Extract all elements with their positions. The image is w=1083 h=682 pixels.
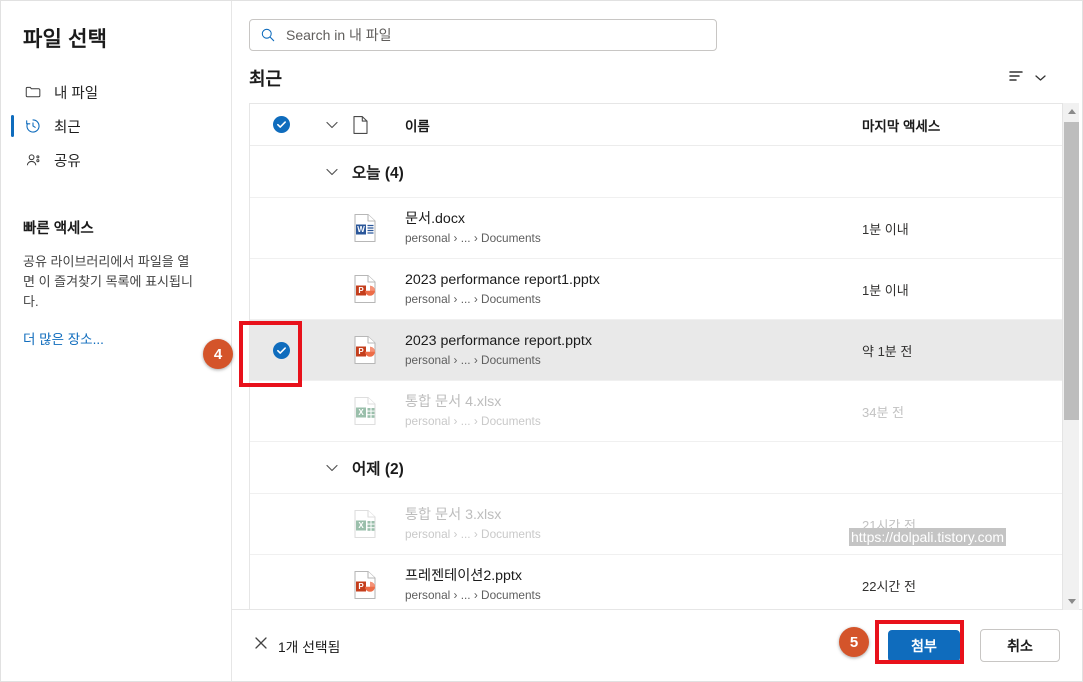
word-file-icon: W (352, 213, 405, 243)
scroll-down-arrow-icon[interactable] (1063, 593, 1080, 610)
file-name: 문서.docx (405, 211, 862, 229)
quick-access-description: 공유 라이브러리에서 파일을 열면 이 즐겨찾기 목록에 표시됩니다. (1, 238, 231, 312)
powerpoint-file-icon: P (352, 570, 405, 600)
excel-file-icon: X (352, 509, 405, 539)
sidebar-item-label: 최근 (54, 116, 81, 137)
svg-text:P: P (358, 286, 364, 295)
scrollbar-thumb[interactable] (1064, 122, 1079, 420)
search-input[interactable] (286, 27, 706, 43)
header-filetype-column[interactable] (352, 115, 405, 135)
file-path: personal › ... › Documents (405, 231, 862, 245)
attach-button[interactable]: 첨부 (888, 630, 960, 662)
header-expand-toggle[interactable] (312, 121, 352, 129)
group-header-row[interactable]: 오늘 (4) (250, 146, 1062, 198)
search-bar-container (232, 1, 1082, 51)
file-name: 2023 performance report.pptx (405, 333, 862, 351)
file-path: personal › ... › Documents (405, 353, 862, 367)
excel-file-icon: X (352, 396, 405, 426)
file-picker-dialog: 파일 선택 내 파일 최근 (0, 0, 1083, 682)
powerpoint-file-icon: P (352, 274, 405, 304)
step-badge-4: 4 (203, 339, 233, 369)
sort-control[interactable] (1008, 69, 1046, 88)
file-name: 2023 performance report1.pptx (405, 272, 862, 290)
file-name: 통합 문서 3.xlsx (405, 507, 862, 525)
powerpoint-file-icon: P (352, 335, 405, 365)
group-label: 오늘 (4) (352, 161, 404, 183)
scroll-up-arrow-icon[interactable] (1063, 103, 1080, 120)
file-accessed: 1분 이내 (862, 280, 1062, 299)
table-row[interactable]: X 통합 문서 4.xlsx personal › ... › Document… (250, 381, 1062, 442)
file-name: 통합 문서 4.xlsx (405, 394, 862, 412)
people-shared-icon (23, 150, 43, 170)
vertical-scrollbar[interactable] (1062, 103, 1079, 610)
cancel-button[interactable]: 취소 (980, 629, 1060, 662)
sidebar-item-my-files[interactable]: 내 파일 (1, 75, 231, 109)
footer-bar: 1개 선택됨 첨부 취소 (232, 609, 1082, 681)
sidebar-item-label: 공유 (54, 150, 81, 171)
sidebar-item-label: 내 파일 (54, 82, 98, 103)
group-expand-toggle[interactable] (312, 168, 352, 176)
section-header: 최근 (232, 51, 1082, 91)
file-path: personal › ... › Documents (405, 588, 862, 602)
file-accessed: 22시간 전 (862, 576, 1062, 595)
checkmark-circle-filled-icon (273, 342, 290, 359)
selected-count-label: 1개 선택됨 (278, 636, 340, 656)
file-path: personal › ... › Documents (405, 414, 862, 428)
footer-actions: 첨부 취소 (888, 629, 1060, 662)
checkmark-circle-filled-icon (273, 116, 290, 133)
page-title: 파일 선택 (1, 1, 231, 53)
table-row-selected[interactable]: P 2023 performance report.pptx personal … (250, 320, 1062, 381)
group-expand-toggle[interactable] (312, 464, 352, 472)
more-places-link[interactable]: 더 많은 장소... (1, 312, 231, 348)
file-accessed: 1분 이내 (862, 219, 1062, 238)
search-icon (260, 27, 278, 43)
svg-text:P: P (358, 582, 364, 591)
file-path: personal › ... › Documents (405, 527, 862, 541)
select-all-checkbox[interactable] (250, 116, 312, 133)
search-box[interactable] (249, 19, 717, 51)
file-path: personal › ... › Documents (405, 292, 862, 306)
sidebar-item-shared[interactable]: 공유 (1, 143, 231, 177)
file-name: 프레젠테이션2.pptx (405, 568, 862, 586)
sidebar-nav: 내 파일 최근 (1, 75, 231, 177)
file-accessed: 34분 전 (862, 402, 1062, 421)
svg-text:W: W (357, 225, 365, 234)
main-panel: 최근 (232, 1, 1082, 681)
table-header-row: 이름 마지막 액세스 (250, 104, 1062, 146)
folder-icon (23, 82, 43, 102)
sort-lines-icon (1008, 69, 1028, 88)
chevron-down-icon (1035, 69, 1046, 87)
table-row[interactable]: P 프레젠테이션2.pptx personal › ... › Document… (250, 555, 1062, 609)
column-header-name[interactable]: 이름 (405, 115, 862, 135)
group-header-row[interactable]: 어제 (2) (250, 442, 1062, 494)
row-checkbox-checked[interactable] (250, 342, 312, 359)
file-accessed: 약 1분 전 (862, 341, 1062, 360)
svg-text:P: P (358, 347, 364, 356)
svg-text:X: X (358, 521, 364, 530)
sidebar-item-recent[interactable]: 최근 (1, 109, 231, 143)
watermark-text: https://dolpali.tistory.com (849, 528, 1006, 546)
section-title: 최근 (249, 65, 282, 91)
svg-text:X: X (358, 408, 364, 417)
table-row[interactable]: W 문서.docx personal › ... › Documents 1분 … (250, 198, 1062, 259)
group-label: 어제 (2) (352, 457, 404, 479)
column-header-accessed[interactable]: 마지막 액세스 (862, 115, 1062, 135)
step-badge-5: 5 (839, 627, 869, 657)
close-x-icon (254, 636, 268, 655)
sidebar: 파일 선택 내 파일 최근 (1, 1, 232, 681)
clear-selection-control[interactable]: 1개 선택됨 (254, 636, 340, 656)
history-clock-icon (23, 116, 43, 136)
table-row[interactable]: P 2023 performance report1.pptx personal… (250, 259, 1062, 320)
quick-access-title: 빠른 액세스 (1, 177, 231, 238)
